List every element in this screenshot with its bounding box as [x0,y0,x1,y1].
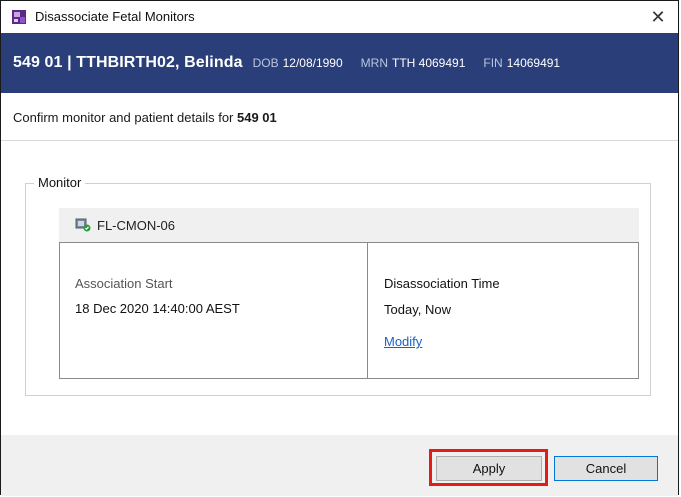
close-button[interactable]: ✕ [638,1,678,33]
disassociation-time-label: Disassociation Time [384,276,500,291]
association-details: Association Start 18 Dec 2020 14:40:00 A… [59,242,639,379]
button-bar: Apply Cancel [1,435,678,496]
fetal-monitor-app-icon [11,9,27,25]
dob-label: DOB [252,56,279,70]
patient-banner: 549 01 | TTHBIRTH02, Belinda DOB 12/08/1… [1,33,678,93]
fin-value: 14069491 [506,56,561,70]
monitor-device-icon [75,218,91,232]
fin-label: FIN [483,56,503,70]
dialog-window: Disassociate Fetal Monitors ✕ 549 01 | T… [0,0,679,496]
monitor-header: FL-CMON-06 [59,208,639,242]
monitor-groupbox: Monitor FL-CMON-06 Association Start 18 … [25,175,651,396]
title-bar: Disassociate Fetal Monitors ✕ [1,1,678,33]
column-divider [367,243,368,378]
apply-button[interactable]: Apply [436,456,542,481]
confirm-bed: 549 01 [237,110,277,125]
close-icon: ✕ [650,7,666,27]
modify-link[interactable]: Modify [384,334,422,349]
disassociation-time-value: Today, Now [384,302,451,317]
content-area: Monitor FL-CMON-06 Association Start 18 … [1,141,678,435]
mrn-value: TTH 4069491 [391,56,466,70]
mrn-label: MRN [360,56,388,70]
association-start-value: 18 Dec 2020 14:40:00 AEST [75,301,240,316]
monitor-group-legend: Monitor [34,175,86,190]
association-start-label: Association Start [75,276,173,291]
dob-value: 12/08/1990 [282,56,343,70]
confirm-text: Confirm monitor and patient details for [13,110,237,125]
monitor-name: FL-CMON-06 [97,218,176,233]
patient-name: 549 01 | TTHBIRTH02, Belinda [13,54,243,71]
cancel-button[interactable]: Cancel [554,456,658,481]
confirm-message: Confirm monitor and patient details for … [1,93,678,141]
window-title: Disassociate Fetal Monitors [35,9,195,24]
